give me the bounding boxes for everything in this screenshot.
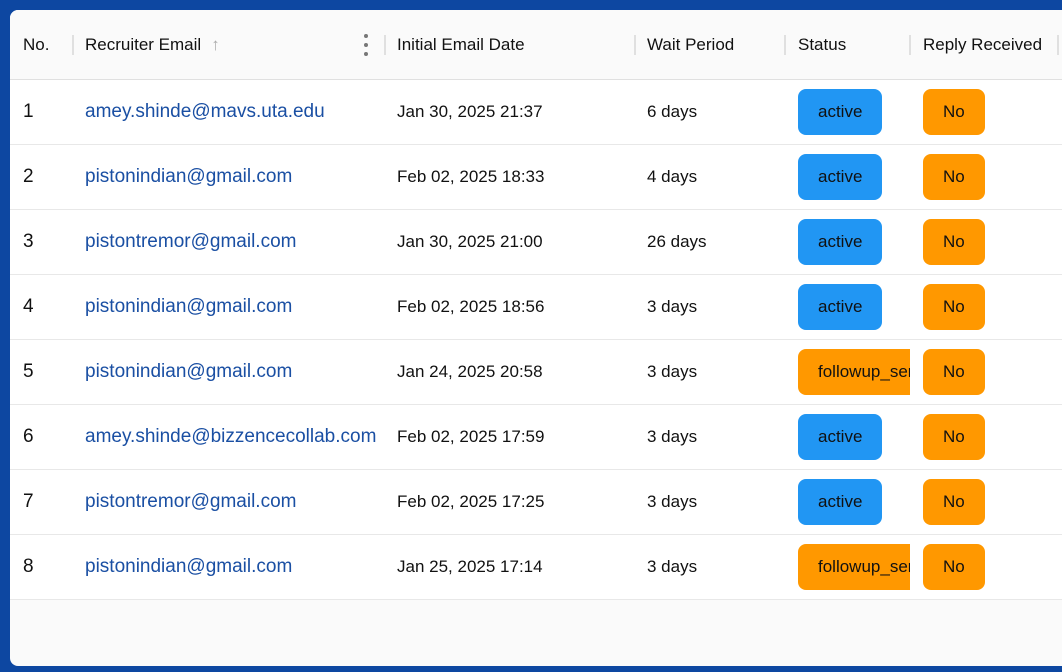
cell-reply-received: No: [923, 535, 1023, 599]
status-chip: active: [798, 284, 883, 330]
cell-recruiter-email[interactable]: pistonindian@gmail.com: [85, 145, 385, 209]
column-header-label: Recruiter Email: [85, 34, 202, 54]
cell-initial-email-date: Jan 25, 2025 17:14: [397, 557, 543, 576]
cell-wait-period: 3 days: [647, 492, 698, 511]
cell-reply-received: No: [923, 340, 1023, 404]
column-header-label: Reply Received: [923, 34, 1043, 54]
cell-wait-period: 4 days: [647, 167, 698, 186]
cell-recruiter-email[interactable]: pistontremor@gmail.com: [85, 210, 385, 274]
reply-chip: No: [923, 154, 985, 200]
cell-recruiter-email[interactable]: pistonindian@gmail.com: [85, 535, 385, 599]
cell-reply-received: No: [923, 275, 1023, 339]
table-row[interactable]: 5 pistonindian@gmail.com Jan 24, 2025 20…: [10, 340, 1062, 405]
cell-wait-period: 3 days: [647, 297, 698, 316]
cell-wait-period: 3 days: [647, 427, 698, 446]
sort-ascending-icon[interactable]: ↑: [211, 35, 220, 55]
status-chip: followup_sent: [798, 349, 910, 395]
cell-no: 2: [23, 166, 34, 187]
reply-chip: No: [923, 284, 985, 330]
column-header-date[interactable]: Initial Email Date: [397, 10, 525, 79]
column-separator[interactable]: [634, 35, 636, 55]
cell-wait-period: 6 days: [647, 102, 698, 121]
cell-initial-email-date: Feb 02, 2025 18:33: [397, 167, 545, 186]
cell-wait-period: 3 days: [647, 557, 698, 576]
cell-recruiter-email[interactable]: pistontremor@gmail.com: [85, 470, 385, 534]
table-row[interactable]: 2 pistonindian@gmail.com Feb 02, 2025 18…: [10, 145, 1062, 210]
status-chip: followup_sent: [798, 544, 910, 590]
status-chip: active: [798, 89, 883, 135]
reply-chip: No: [923, 89, 985, 135]
column-header-label: No.: [23, 34, 50, 54]
column-separator[interactable]: [1057, 35, 1059, 55]
cell-status: active: [798, 210, 910, 274]
cell-status: followup_sent: [798, 535, 910, 599]
cell-status: active: [798, 405, 910, 469]
column-separator[interactable]: [909, 35, 911, 55]
cell-initial-email-date: Feb 02, 2025 18:56: [397, 297, 545, 316]
cell-no: 3: [23, 231, 34, 252]
reply-chip: No: [923, 414, 985, 460]
cell-wait-period: 3 days: [647, 362, 698, 381]
table-row[interactable]: 3 pistontremor@gmail.com Jan 30, 2025 21…: [10, 210, 1062, 275]
grid-header: No. Recruiter Email ↑ Initial Email Date…: [10, 10, 1062, 80]
cell-initial-email-date: Jan 24, 2025 20:58: [397, 362, 543, 381]
cell-status: active: [798, 80, 910, 144]
status-chip: active: [798, 414, 883, 460]
grid-body: 1 amey.shinde@mavs.uta.edu Jan 30, 2025 …: [10, 80, 1062, 600]
cell-status: active: [798, 145, 910, 209]
cell-no: 4: [23, 296, 34, 317]
cell-no: 1: [23, 101, 34, 122]
table-row[interactable]: 1 amey.shinde@mavs.uta.edu Jan 30, 2025 …: [10, 80, 1062, 145]
column-header-label: Wait Period: [647, 34, 735, 54]
cell-recruiter-email[interactable]: amey.shinde@bizzencecollab.com: [85, 405, 385, 469]
column-header-reply[interactable]: Reply Received: [923, 10, 1042, 79]
column-separator[interactable]: [784, 35, 786, 55]
cell-status: active: [798, 470, 910, 534]
data-grid-panel: No. Recruiter Email ↑ Initial Email Date…: [10, 10, 1062, 666]
cell-no: 5: [23, 361, 34, 382]
cell-wait-period: 26 days: [647, 232, 707, 251]
status-chip: active: [798, 479, 883, 525]
reply-chip: No: [923, 219, 985, 265]
cell-no: 8: [23, 556, 34, 577]
cell-initial-email-date: Jan 30, 2025 21:37: [397, 102, 543, 121]
status-chip: active: [798, 154, 883, 200]
cell-reply-received: No: [923, 80, 1023, 144]
column-header-email[interactable]: Recruiter Email ↑: [85, 10, 220, 79]
cell-reply-received: No: [923, 470, 1023, 534]
cell-status: followup_sent: [798, 340, 910, 404]
table-row[interactable]: 7 pistontremor@gmail.com Feb 02, 2025 17…: [10, 470, 1062, 535]
status-chip: active: [798, 219, 883, 265]
cell-reply-received: No: [923, 210, 1023, 274]
data-grid: No. Recruiter Email ↑ Initial Email Date…: [10, 10, 1062, 600]
cell-reply-received: No: [923, 145, 1023, 209]
column-header-wait[interactable]: Wait Period: [647, 10, 734, 79]
reply-chip: No: [923, 349, 985, 395]
table-row[interactable]: 6 amey.shinde@bizzencecollab.com Feb 02,…: [10, 405, 1062, 470]
column-header-status[interactable]: Status: [798, 10, 846, 79]
cell-recruiter-email[interactable]: pistonindian@gmail.com: [85, 340, 385, 404]
cell-initial-email-date: Jan 30, 2025 21:00: [397, 232, 543, 251]
cell-reply-received: No: [923, 405, 1023, 469]
cell-no: 7: [23, 491, 34, 512]
column-separator[interactable]: [384, 35, 386, 55]
cell-recruiter-email[interactable]: amey.shinde@mavs.uta.edu: [85, 80, 385, 144]
reply-chip: No: [923, 544, 985, 590]
column-header-no[interactable]: No.: [23, 10, 49, 79]
cell-initial-email-date: Feb 02, 2025 17:25: [397, 492, 545, 511]
column-header-label: Status: [798, 34, 847, 54]
cell-status: active: [798, 275, 910, 339]
column-menu-icon[interactable]: [360, 34, 372, 56]
table-row[interactable]: 4 pistonindian@gmail.com Feb 02, 2025 18…: [10, 275, 1062, 340]
cell-recruiter-email[interactable]: pistonindian@gmail.com: [85, 275, 385, 339]
table-row[interactable]: 8 pistonindian@gmail.com Jan 25, 2025 17…: [10, 535, 1062, 600]
column-header-label: Initial Email Date: [397, 34, 525, 54]
cell-no: 6: [23, 426, 34, 447]
reply-chip: No: [923, 479, 985, 525]
cell-initial-email-date: Feb 02, 2025 17:59: [397, 427, 545, 446]
column-separator[interactable]: [72, 35, 74, 55]
